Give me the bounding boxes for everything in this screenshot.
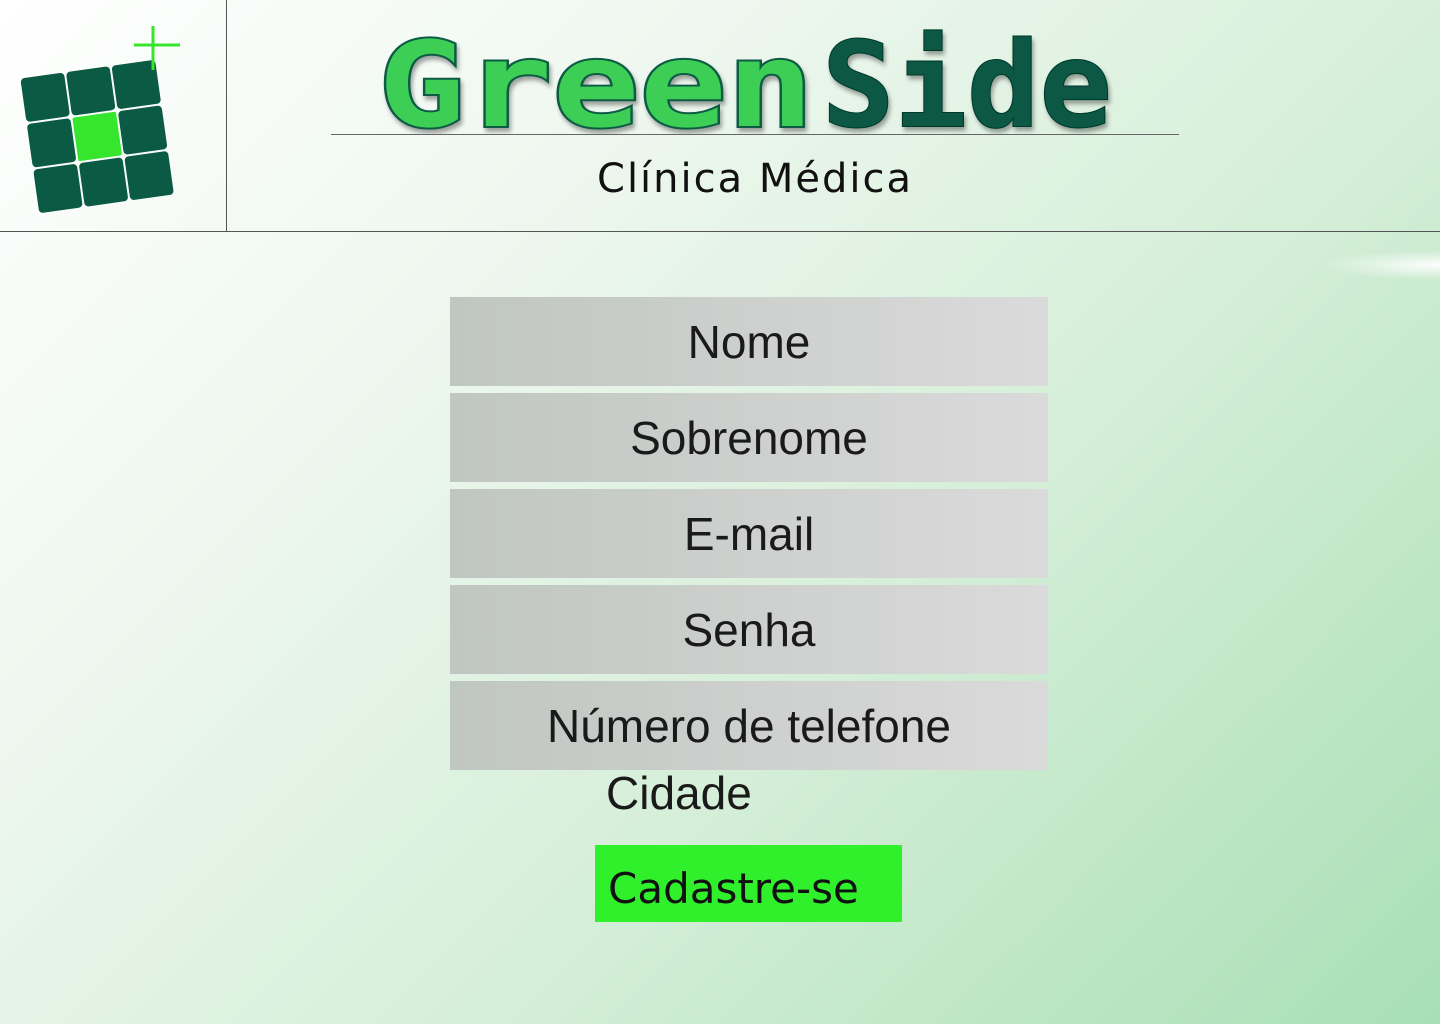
brand-green-text: Green [378,22,814,134]
city-label: Cidade [606,767,752,819]
logo-cell [0,0,227,231]
brand-side-text: Side [822,22,1112,134]
signup-button[interactable]: Cadastre-se [595,845,902,922]
brand-divider [331,134,1179,135]
email-field[interactable] [450,488,1048,579]
first-name-field[interactable] [450,296,1048,387]
last-name-field[interactable] [450,392,1048,483]
email-input[interactable] [450,488,1048,579]
clinic-subtitle: Clínica Médica [597,156,913,202]
page-header: Green Side Clínica Médica [0,0,1440,232]
phone-field[interactable] [450,680,1048,771]
brand-logotype: Green Side [378,22,1113,134]
first-name-input[interactable] [450,296,1048,387]
phone-input[interactable] [450,680,1048,771]
last-name-input[interactable] [450,392,1048,483]
background-glare [1320,250,1440,280]
password-field[interactable] [450,584,1048,675]
clinic-logo-icon [20,26,180,213]
password-input[interactable] [450,584,1048,675]
